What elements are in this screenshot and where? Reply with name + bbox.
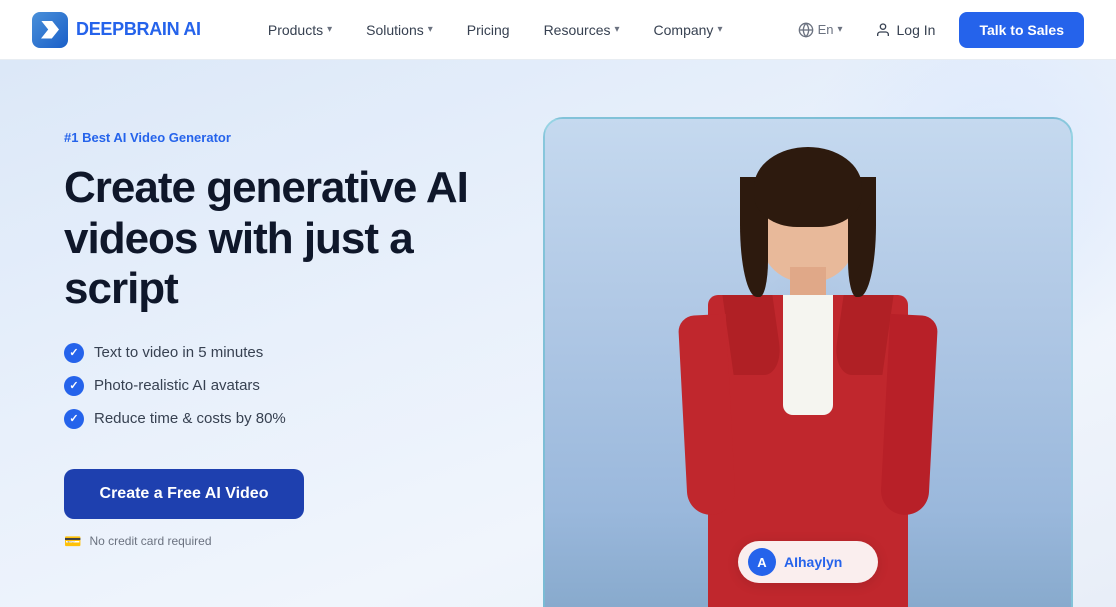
nav-right: En ▾ Log In Talk to Sales: [790, 12, 1084, 48]
navbar: DEEPBRAIN AI Products ▾ Solutions ▾ Pric…: [0, 0, 1116, 60]
logo[interactable]: DEEPBRAIN AI: [32, 12, 201, 48]
hero-content: #1 Best AI Video Generator Create genera…: [0, 60, 520, 607]
nav-item-resources[interactable]: Resources ▾: [530, 16, 634, 44]
hair: [754, 147, 862, 227]
lapel-right: [832, 295, 893, 375]
lapel-left: [722, 295, 783, 375]
neck: [790, 267, 826, 297]
create-free-video-button[interactable]: Create a Free AI Video: [64, 469, 304, 519]
no-credit-card-note: 💳 No credit card required: [64, 533, 472, 550]
chevron-down-icon: ▾: [717, 24, 722, 35]
shirt: [783, 295, 833, 415]
feature-item-3: ✓ Reduce time & costs by 80%: [64, 409, 472, 429]
chevron-down-icon: ▾: [614, 24, 619, 35]
hero-avatar-section: A AIhaylyn: [520, 60, 1116, 607]
chevron-down-icon: ▾: [327, 24, 332, 35]
arm-left: [678, 314, 736, 516]
feature-item-2: ✓ Photo-realistic AI avatars: [64, 376, 472, 396]
avatar-label: A AIhaylyn: [738, 541, 878, 583]
login-button[interactable]: Log In: [861, 16, 950, 44]
chevron-down-icon: ▾: [428, 24, 433, 35]
avatar-brand-icon: A: [748, 548, 776, 576]
check-icon: ✓: [64, 409, 84, 429]
nav-item-solutions[interactable]: Solutions ▾: [352, 16, 447, 44]
hero-badge: #1 Best AI Video Generator: [64, 130, 472, 145]
nav-links: Products ▾ Solutions ▾ Pricing Resources…: [254, 16, 737, 44]
language-selector[interactable]: En ▾: [790, 18, 851, 42]
check-icon: ✓: [64, 376, 84, 396]
check-icon: ✓: [64, 343, 84, 363]
hero-title: Create generative AI videos with just a …: [64, 163, 472, 315]
hero-section: #1 Best AI Video Generator Create genera…: [0, 60, 1116, 607]
user-icon: [875, 22, 891, 38]
avatar-figure: [678, 147, 938, 607]
globe-icon: [798, 22, 814, 38]
avatar-name: AIhaylyn: [784, 554, 842, 570]
avatar-card: A AIhaylyn: [543, 117, 1073, 607]
nav-item-products[interactable]: Products ▾: [254, 16, 346, 44]
talk-to-sales-button[interactable]: Talk to Sales: [959, 12, 1084, 48]
nav-item-pricing[interactable]: Pricing: [453, 16, 524, 44]
logo-text: DEEPBRAIN AI: [76, 19, 201, 40]
logo-icon: [32, 12, 68, 48]
credit-card-icon: 💳: [64, 533, 81, 550]
feature-item-1: ✓ Text to video in 5 minutes: [64, 343, 472, 363]
nav-item-company[interactable]: Company ▾: [640, 16, 737, 44]
chevron-down-icon: ▾: [837, 24, 842, 35]
arm-right: [880, 314, 938, 516]
feature-list: ✓ Text to video in 5 minutes ✓ Photo-rea…: [64, 343, 472, 429]
